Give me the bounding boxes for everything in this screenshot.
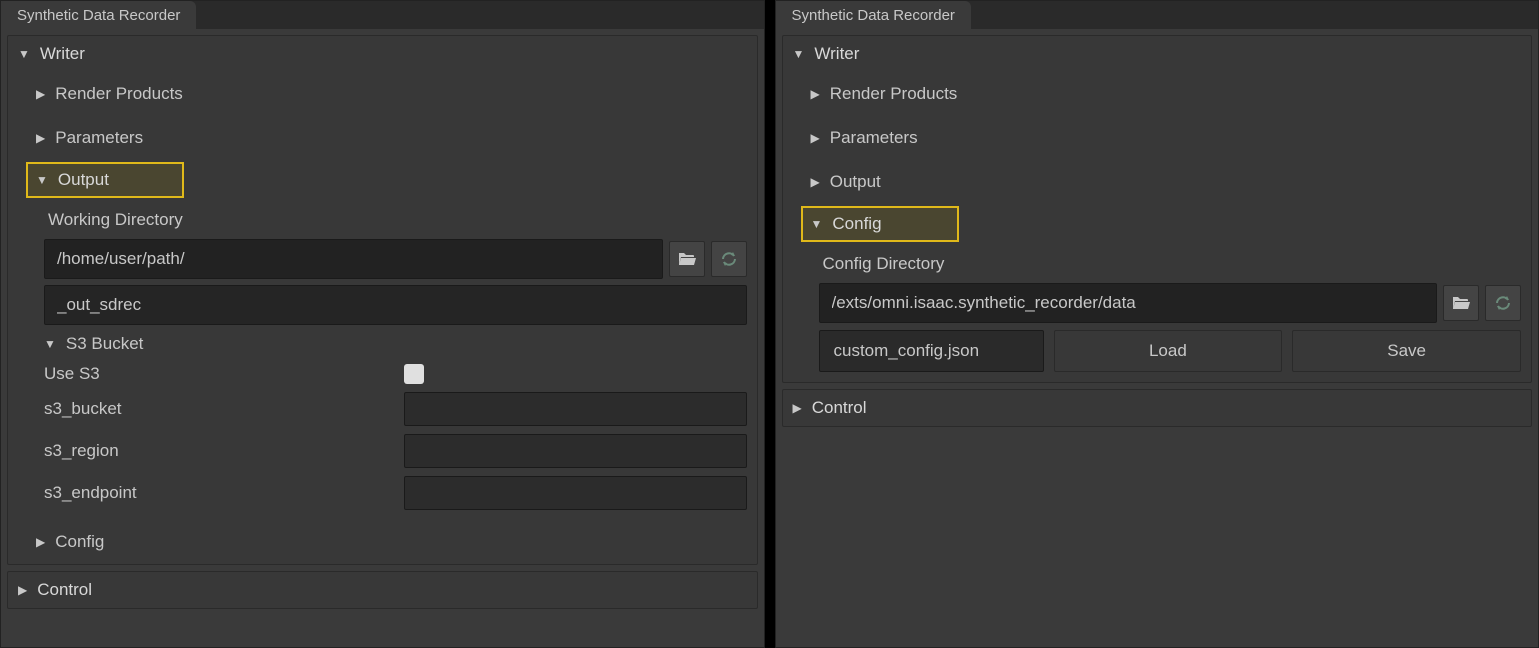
render-products-label: Render Products	[830, 84, 958, 104]
output-label: Output	[58, 170, 109, 190]
output-row: Output	[783, 160, 1532, 204]
chevron-right-icon	[36, 535, 45, 549]
config-directory-label: Config Directory	[805, 248, 1522, 280]
chevron-right-icon	[811, 131, 820, 145]
s3-bucket-header[interactable]: S3 Bucket	[30, 328, 747, 360]
render-products-row: Render Products	[8, 72, 757, 116]
tab-bar: Synthetic Data Recorder	[1, 1, 764, 29]
use-s3-row: Use S3	[30, 360, 747, 388]
use-s3-label: Use S3	[44, 364, 394, 384]
s3-endpoint-input[interactable]	[404, 476, 747, 510]
chevron-down-icon	[811, 217, 823, 231]
render-products-header[interactable]: Render Products	[811, 76, 1520, 112]
writer-label: Writer	[814, 44, 859, 64]
writer-section: Writer Render Products Parameters Output	[782, 35, 1533, 383]
s3-region-row: s3_region	[30, 430, 747, 472]
chevron-down-icon	[44, 337, 56, 351]
chevron-right-icon	[36, 87, 45, 101]
config-file-row: Load Save	[805, 326, 1522, 376]
config-label: Config	[55, 532, 104, 552]
s3-region-input[interactable]	[404, 434, 747, 468]
chevron-right-icon	[811, 87, 820, 101]
folder-open-icon	[1451, 295, 1471, 311]
s3-bucket-input[interactable]	[404, 392, 747, 426]
chevron-down-icon	[793, 47, 805, 61]
refresh-button[interactable]	[1485, 285, 1521, 321]
folder-open-icon	[677, 251, 697, 267]
save-button[interactable]: Save	[1292, 330, 1521, 372]
control-section: Control	[7, 571, 758, 609]
parameters-header[interactable]: Parameters	[36, 120, 745, 156]
parameters-row: Parameters	[8, 116, 757, 160]
parameters-header[interactable]: Parameters	[811, 120, 1520, 156]
right-panel: Synthetic Data Recorder Writer Render Pr…	[775, 0, 1539, 648]
control-label: Control	[812, 398, 867, 418]
config-row: Config	[8, 520, 757, 564]
config-filename-input[interactable]	[819, 330, 1044, 372]
config-header[interactable]: Config	[801, 206, 959, 242]
writer-section: Writer Render Products Parameters Output	[7, 35, 758, 565]
output-content: Working Directory S3 Bucket	[8, 200, 757, 520]
s3-endpoint-field-label: s3_endpoint	[44, 483, 394, 503]
config-directory-row	[805, 280, 1522, 326]
control-header[interactable]: Control	[783, 390, 1532, 426]
chevron-right-icon	[811, 175, 820, 189]
writer-header[interactable]: Writer	[783, 36, 1532, 72]
tab-synthetic-data-recorder[interactable]: Synthetic Data Recorder	[1, 1, 196, 29]
chevron-right-icon	[18, 583, 27, 597]
working-directory-label: Working Directory	[30, 204, 747, 236]
parameters-label: Parameters	[55, 128, 143, 148]
use-s3-checkbox[interactable]	[404, 364, 424, 384]
browse-folder-button[interactable]	[1443, 285, 1479, 321]
config-header[interactable]: Config	[36, 524, 745, 560]
output-header[interactable]: Output	[811, 164, 1520, 200]
output-header[interactable]: Output	[26, 162, 184, 198]
working-directory-input[interactable]	[44, 239, 663, 279]
config-directory-input[interactable]	[819, 283, 1438, 323]
output-prefix-row	[30, 282, 747, 328]
render-products-header[interactable]: Render Products	[36, 76, 745, 112]
panel-body: Writer Render Products Parameters Output	[1, 29, 764, 647]
chevron-right-icon	[793, 401, 802, 415]
control-header[interactable]: Control	[8, 572, 757, 608]
render-products-label: Render Products	[55, 84, 183, 104]
control-label: Control	[37, 580, 92, 600]
output-prefix-input[interactable]	[44, 285, 747, 325]
output-label: Output	[830, 172, 881, 192]
tab-synthetic-data-recorder[interactable]: Synthetic Data Recorder	[776, 1, 971, 29]
chevron-down-icon	[18, 47, 30, 61]
control-section: Control	[782, 389, 1533, 427]
left-panel: Synthetic Data Recorder Writer Render Pr…	[0, 0, 765, 648]
refresh-button[interactable]	[711, 241, 747, 277]
s3-bucket-label: S3 Bucket	[66, 334, 144, 354]
chevron-right-icon	[36, 131, 45, 145]
s3-bucket-field-label: s3_bucket	[44, 399, 394, 419]
writer-label: Writer	[40, 44, 85, 64]
s3-bucket-row: s3_bucket	[30, 388, 747, 430]
s3-endpoint-row: s3_endpoint	[30, 472, 747, 514]
chevron-down-icon	[36, 173, 48, 187]
parameters-row: Parameters	[783, 116, 1532, 160]
panel-body: Writer Render Products Parameters Output	[776, 29, 1539, 647]
parameters-label: Parameters	[830, 128, 918, 148]
working-directory-row	[30, 236, 747, 282]
browse-folder-button[interactable]	[669, 241, 705, 277]
refresh-icon	[719, 249, 739, 269]
refresh-icon	[1493, 293, 1513, 313]
config-label: Config	[832, 214, 881, 234]
writer-header[interactable]: Writer	[8, 36, 757, 72]
tab-bar: Synthetic Data Recorder	[776, 1, 1539, 29]
render-products-row: Render Products	[783, 72, 1532, 116]
config-content: Config Directory Load Save	[783, 244, 1532, 382]
load-button[interactable]: Load	[1054, 330, 1283, 372]
s3-region-field-label: s3_region	[44, 441, 394, 461]
